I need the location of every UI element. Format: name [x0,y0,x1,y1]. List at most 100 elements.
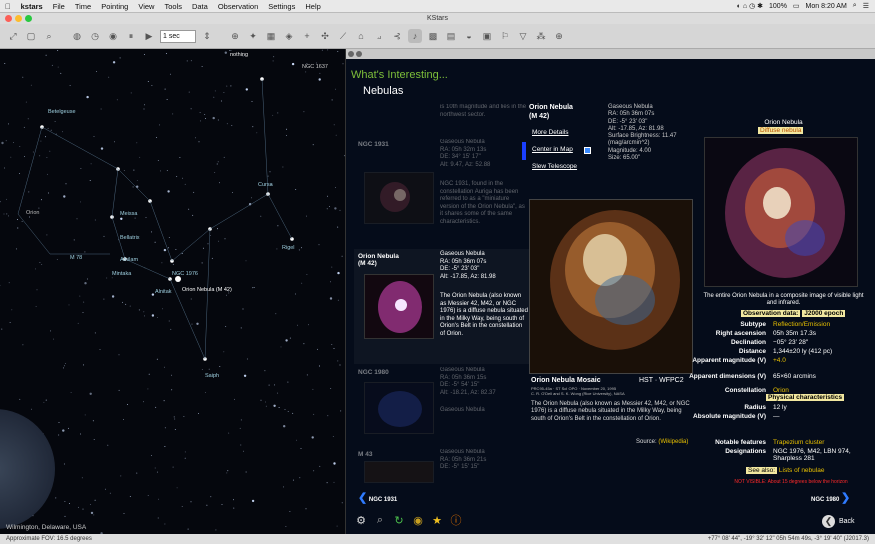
pause-icon[interactable]: ⏸ [124,29,138,43]
star-label-cursa[interactable]: Cursa [258,182,273,188]
menu-data[interactable]: Data [187,2,213,11]
slew-telescope-link[interactable]: Slew Telescope [532,163,577,170]
satellite-icon[interactable]: ⊰ [390,29,404,43]
intro-text: is 10th magnitude and lies in the northw… [440,104,527,118]
object-label-orion-nebula[interactable]: Orion Nebula (M 42) [182,287,232,293]
list-item[interactable]: NGC 1931 Gaseous Nebula RA: 05h 32m 13s … [354,137,534,257]
star-label-betelgeuse[interactable]: Betelgeuse [48,109,76,115]
main-toolbar: ⤢ ▢ ⌕ ◍ ◷ ◉ ⏸ ▶ 1 sec ⇕ ⊕ ✦ ▦ ◈ + ✣ ⟋ ⌂ … [0,24,875,49]
lists-of-nebulae-link[interactable]: Lists of nebulae [779,467,825,474]
panel-close-icon[interactable] [348,51,354,57]
object-info: Gaseous Nebula RA: 05h 36m 15s DE: -5° 5… [440,367,496,396]
back-button[interactable]: ❮ Back [822,515,855,528]
object-label-ngc1976[interactable]: NGC 1976 [172,271,198,277]
settings-gear-icon[interactable]: ⚙ [354,513,368,527]
pattern-icon[interactable]: ▩ [426,29,440,43]
target-icon[interactable]: ⊕ [552,29,566,43]
apple-icon[interactable]:  [0,2,16,11]
wikipedia-link[interactable]: (Wikipedia) [658,439,688,445]
menu-file[interactable]: File [48,2,70,11]
stars-icon[interactable]: ✦ [246,29,260,43]
solar-system-icon[interactable]: ✣ [318,29,332,43]
lines-icon[interactable]: ⟋ [336,29,350,43]
object-label-m78[interactable]: M 78 [70,255,82,261]
table-icon[interactable]: ▤ [444,29,458,43]
new-icon[interactable]: ⤢ [6,29,20,43]
time-back-icon[interactable]: ◉ [106,29,120,43]
list-item[interactable]: NGC 1980 Gaseous Nebula RA: 05h 36m 15s … [354,367,534,447]
eye-icon[interactable]: ◉ [411,513,425,527]
list-item[interactable]: Orion Nebula (M 42) Gaseous Nebula RA: 0… [354,249,534,364]
status-icons[interactable]: ◐ ⌂ ◷ ✱ [737,2,763,10]
sky-canvas[interactable] [0,49,345,534]
next-object-label: NGC 1980 [811,497,840,503]
info-icon[interactable]: ⓘ [449,513,463,527]
geo-icon[interactable]: ◍ [70,29,84,43]
menu-extras-icon[interactable]: ☰ [863,2,869,10]
open-icon[interactable]: ▢ [24,29,38,43]
grid-icon[interactable]: ▦ [264,29,278,43]
find-icon[interactable]: ⌕ [42,29,56,43]
star-label-saiph[interactable]: Saiph [205,373,219,379]
zoom-window-button[interactable] [25,15,32,22]
previous-object-button[interactable]: ❮ NGC 1931 [358,491,397,504]
menu-view[interactable]: View [133,2,159,11]
close-window-button[interactable] [5,15,12,22]
constellation-label-orion[interactable]: Orion [26,210,39,216]
search-icon[interactable]: ⌕ [373,513,387,527]
crosshair-icon[interactable]: + [300,29,314,43]
app-menu[interactable]: kstars [16,2,48,11]
object-name: NGC 1931 [358,141,389,148]
back-arrow-icon: ❮ [822,515,835,528]
menu-bar:  kstars File Time Pointing View Tools D… [0,0,875,13]
object-desc: The Orion Nebula (also known as Messier … [440,293,528,337]
menu-help[interactable]: Help [300,2,325,11]
star-label-meissa[interactable]: Meissa [120,211,137,217]
list-item[interactable]: M 43 Gaseous Nebula RA: 05h 36m 21s DE: … [354,449,534,489]
wi-icon[interactable]: ♪ [408,29,422,43]
star-icon[interactable]: ★ [430,513,444,527]
center-in-map-link[interactable]: Center in Map [532,146,573,153]
center-in-map-checkbox[interactable] [584,147,591,154]
search-icon[interactable]: ⌕ [853,2,857,10]
observation-label: Observation data: [741,310,801,317]
time-now-icon[interactable]: ◷ [88,29,102,43]
clock[interactable]: Mon 8:20 AM [806,3,847,10]
panel-float-icon[interactable] [356,51,362,57]
telescope-icon[interactable]: ⟓ [372,29,386,43]
flag-icon[interactable]: ⚐ [498,29,512,43]
menu-time[interactable]: Time [70,2,96,11]
wiki-type-badge: Diffuse nebula [758,127,804,134]
menu-pointing[interactable]: Pointing [96,2,133,11]
marker-icon[interactable]: ⁂ [534,29,548,43]
menu-observation[interactable]: Observation [213,2,263,11]
next-object-button[interactable]: NGC 1980 ❯ [811,491,850,504]
forward-icon[interactable]: ▶ [142,29,156,43]
star-label-mintaka[interactable]: Mintaka [112,271,131,277]
timestep-field[interactable]: 1 sec [160,29,196,43]
star-label-alnilam[interactable]: Alnilam [120,257,138,263]
boundaries-icon[interactable]: ⌂ [354,29,368,43]
sky-map[interactable]: nothing NGC 1637 Betelgeuse Orion Meissa… [0,49,345,534]
stepper-icon[interactable]: ⇕ [200,29,214,43]
deep-sky-icon[interactable]: ◈ [282,29,296,43]
reload-icon[interactable]: ↻ [392,513,406,527]
physical-characteristics-header: Physical characteristics [766,394,845,401]
menu-tools[interactable]: Tools [159,2,187,11]
more-details-link[interactable]: More Details [532,129,568,136]
filter-icon[interactable]: ▽ [516,29,530,43]
star-label-bellatrix[interactable]: Bellatrix [120,235,140,241]
chevron-left-icon: ❮ [358,492,368,504]
object-info: Gaseous Nebula RA: 05h 36m 07s DE: -5° 2… [440,251,496,280]
battery-label[interactable]: 100% [769,3,787,10]
zoom-in-icon[interactable]: ⊕ [228,29,242,43]
star-label-rigel[interactable]: Rigel [282,245,295,251]
minimize-window-button[interactable] [15,15,22,22]
frame-icon[interactable]: ▣ [480,29,494,43]
window-titlebar: KStars [0,13,875,24]
star-label-alnitak[interactable]: Alnitak [155,289,172,295]
battery-icon[interactable]: ▭ [793,2,800,10]
horizon-icon[interactable]: ◒ [462,29,476,43]
mosaic-credit: PRC95-45a · ST ScI OPO · November 20, 19… [531,386,625,396]
menu-settings[interactable]: Settings [263,2,300,11]
